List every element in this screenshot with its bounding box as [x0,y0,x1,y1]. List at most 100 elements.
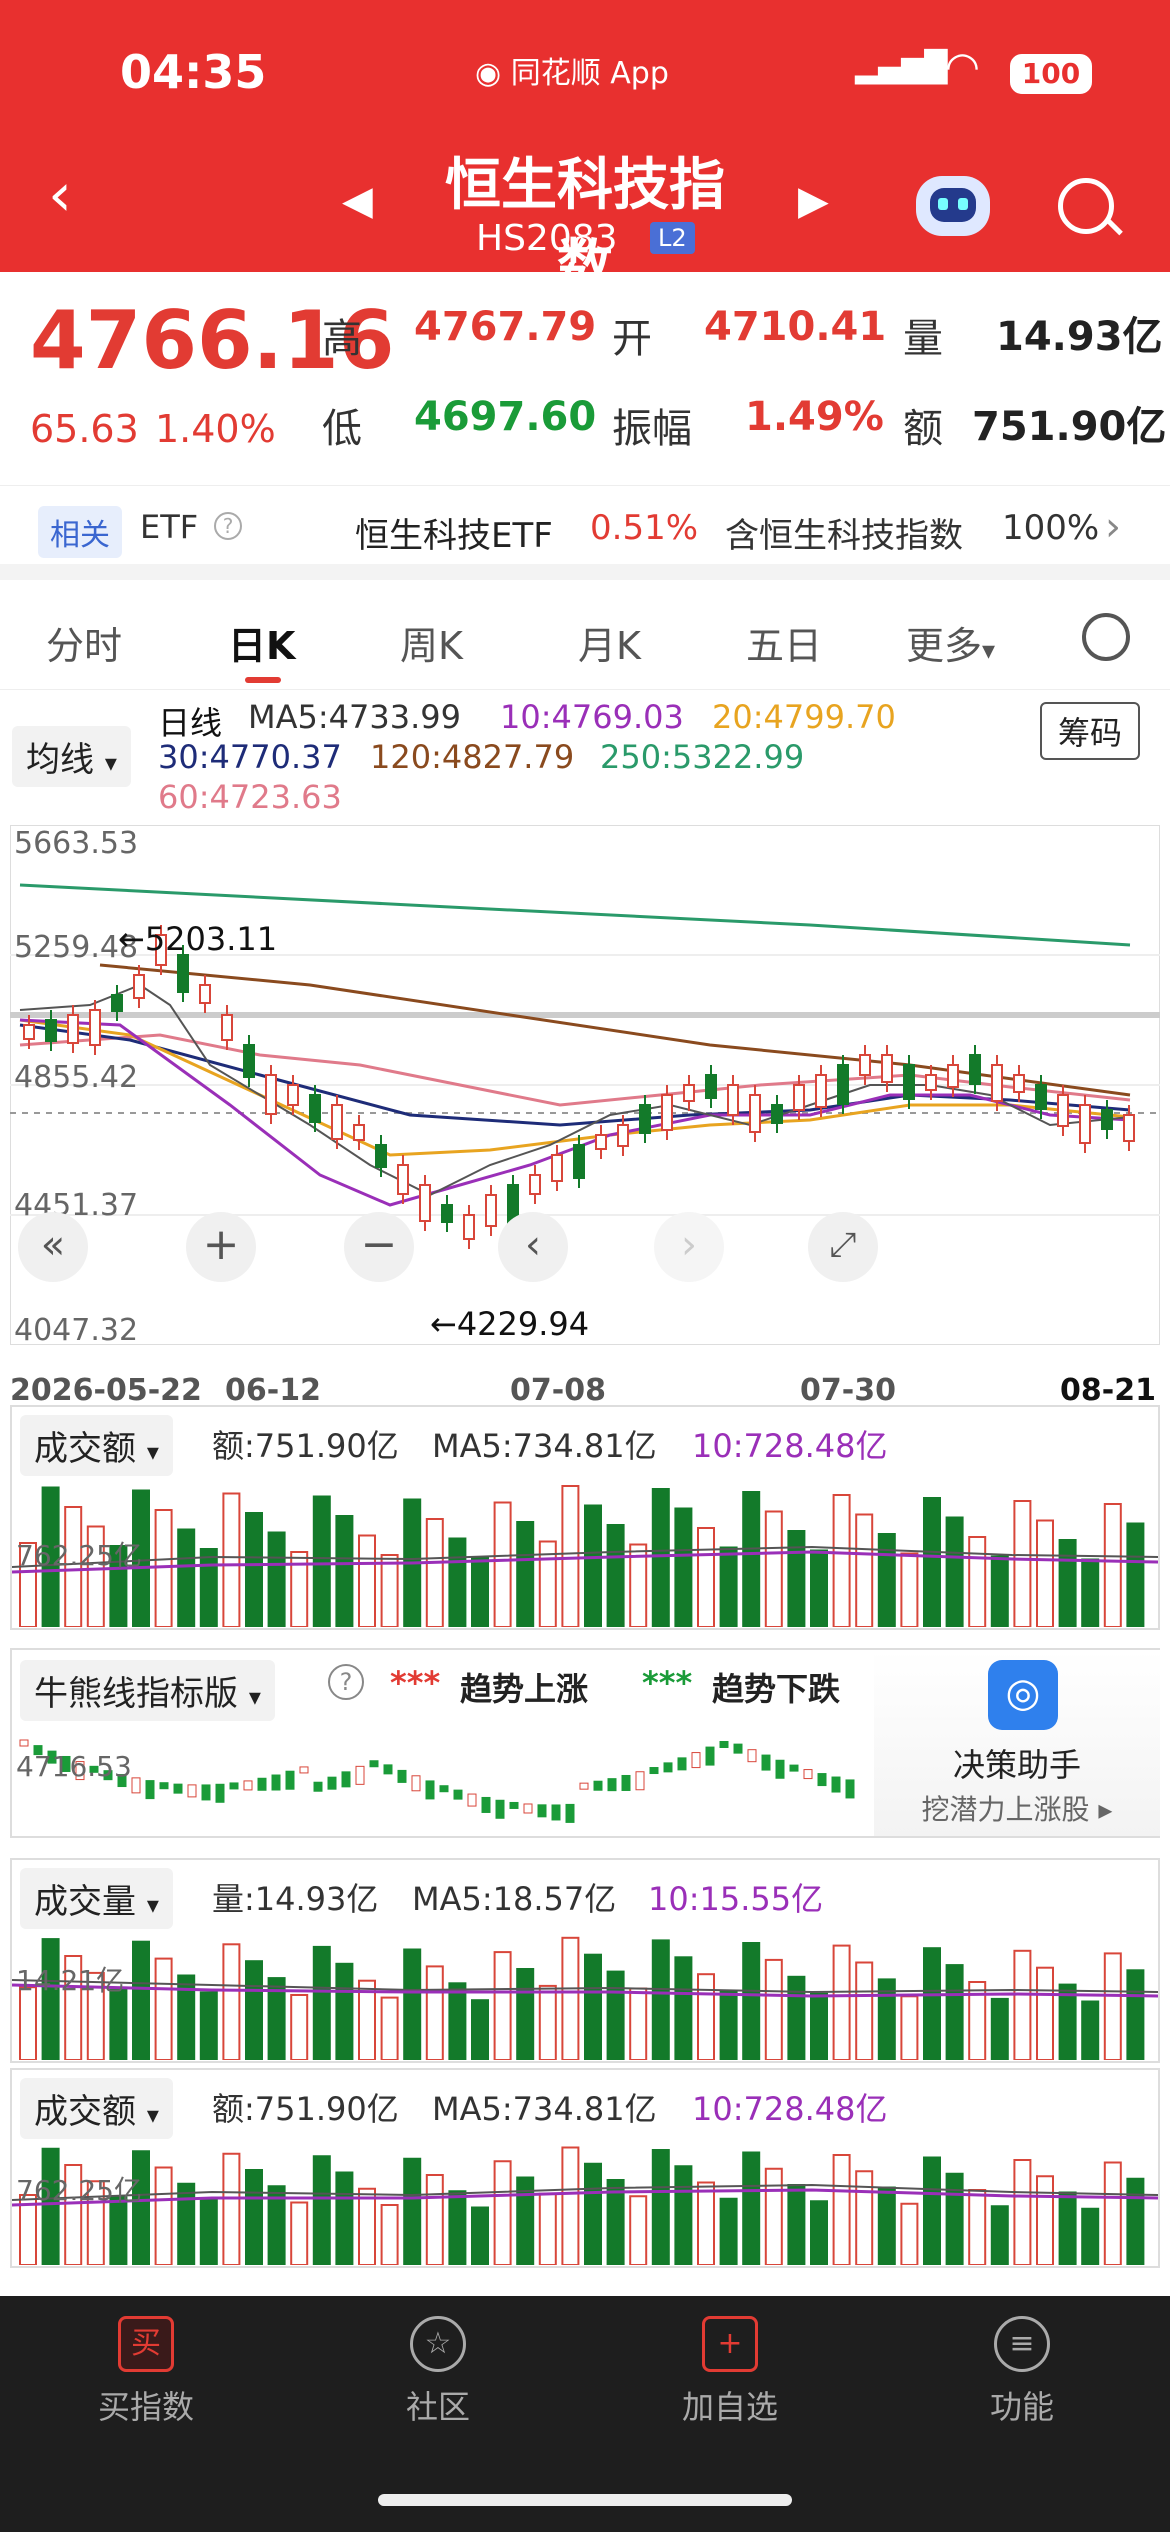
candle [265,1074,277,1115]
caret-down-icon: ▾ [104,749,117,777]
tab-five-day[interactable]: 五日 [746,615,822,670]
volume-bar [1013,1949,1032,2060]
app-logo-icon: ◉ [475,56,502,91]
related-tag: 相关 [38,506,122,558]
decision-assistant-card[interactable]: ◎ 决策助手 挖潜力上涨股 ▸ [874,1650,1160,1836]
bullbear-mark [481,1796,491,1813]
volume-bar [538,2192,557,2265]
amount-panel: 成交额 ▾ 额:751.90亿 MA5:734.81亿 10:728.48亿 7… [10,1405,1160,1630]
back-icon[interactable]: ‹ [48,160,72,230]
tab-more-label: 更多 [906,624,983,668]
volume-bar [719,1990,738,2060]
bullbear-mark [355,1765,365,1785]
candle [463,1214,475,1240]
zoom-out-icon[interactable]: − [344,1212,414,1282]
candle [771,1104,783,1124]
search-icon[interactable] [1058,178,1114,234]
tab-fenshi[interactable]: 分时 [46,615,122,670]
bullbear-select-label: 牛熊线指标版 [34,1674,238,1714]
open-value: 4710.41 [704,304,887,350]
bullbear-mark [425,1780,435,1800]
volume-axis-label: 14.21亿 [16,1964,124,1997]
stock-code: HS2083 [476,218,618,259]
prev-stock-icon[interactable]: ◀ [342,178,373,224]
bullbear-mark [453,1789,463,1800]
amount-ma10: 10:728.48亿 [692,1427,888,1465]
related-bar[interactable]: 相关 ETF ? 恒生科技ETF 0.51% 含恒生科技指数 100% › [0,485,1170,580]
nav-add-watchlist[interactable]: + 加自选 [630,2316,830,2428]
y-axis-bottom: 4047.32 [14,1313,138,1345]
volume-bar [900,2202,919,2265]
ma-select[interactable]: 均线 ▾ [12,726,131,787]
volume-value-label: 量:14.93亿 [212,1880,379,1918]
candle [353,1124,365,1141]
scroll-left-icon[interactable]: « [18,1212,88,1282]
volume-select[interactable]: 成交量 ▾ [20,1868,173,1929]
volume-bar [403,1948,422,2060]
caret-down-icon: ▾ [146,1438,159,1466]
volume-bar [1081,1558,1100,1627]
volume-bar [448,2190,467,2265]
zoom-in-icon[interactable]: + [186,1212,256,1282]
bullbear-panel: 牛熊线指标版 ▾ ? *** 趋势上涨 *** 趋势下跌 4716.53 ◎ 决… [10,1648,1160,1838]
next-stock-icon[interactable]: ▶ [798,178,829,224]
candle [1013,1074,1025,1093]
amount-select-label: 成交额 [34,1429,136,1469]
nav-community[interactable]: ☆ 社区 [338,2316,538,2428]
step-back-icon[interactable]: ‹ [498,1212,568,1282]
bullbear-select[interactable]: 牛熊线指标版 ▾ [20,1660,275,1721]
decision-assistant-icon: ◎ [988,1660,1058,1730]
robot-assistant-icon[interactable] [916,176,990,236]
bullbear-mark [845,1779,855,1799]
tab-week-k[interactable]: 周K [400,615,463,670]
bullbear-mark [285,1770,295,1790]
amount2-axis-label: 762.25亿 [16,2174,142,2207]
nav-functions[interactable]: ≡ 功能 [922,2316,1122,2428]
bottom-nav: 买买指数 ☆ 社区 + 加自选 ≡ 功能 [0,2296,1170,2532]
volume-bar [877,2186,896,2265]
ma120-value: 120:4827.79 [370,738,575,776]
volume-bar [425,1965,444,2060]
volume-bar [109,2196,128,2265]
nav-buy-index[interactable]: 买买指数 [46,2316,246,2428]
bullbear-mark [19,1739,29,1747]
tab-day-k[interactable]: 日K [228,615,295,670]
wifi-icon: ◠ [945,44,980,90]
step-forward-icon[interactable]: › [654,1212,724,1282]
candle [969,1054,981,1085]
help-icon[interactable]: ? [328,1664,364,1700]
candle [45,1019,57,1042]
volume-bar [674,1956,693,2060]
bullbear-mark [775,1759,785,1779]
candle [419,1184,431,1222]
decision-assistant-sub-text: 挖潜力上涨股 [921,1793,1090,1826]
settings-gear-icon[interactable] [1082,613,1130,661]
amount-select[interactable]: 成交额 ▾ [20,1415,173,1476]
help-icon[interactable]: ? [214,512,242,540]
volume-bar [832,2154,851,2265]
volume-panel: 成交量 ▾ 量:14.93亿 MA5:18.57亿 10:15.55亿 14.2… [10,1858,1160,2063]
bullbear-mark [817,1773,827,1787]
volume-bar [561,1485,580,1627]
tab-more[interactable]: 更多▾ [906,615,995,670]
candle [287,1084,299,1106]
fullscreen-icon[interactable]: ⤢ [808,1212,878,1282]
y-axis-2: 4855.42 [14,1060,138,1095]
chip-button[interactable]: 筹码 [1040,702,1141,760]
level-badge: L2 [650,222,695,254]
tab-month-k[interactable]: 月K [578,615,641,670]
search-icon-handle [1105,217,1123,236]
amount-ma5: MA5:734.81亿 [432,1427,657,1465]
ma60-value: 60:4723.63 [158,778,342,816]
bullbear-mark [565,1803,575,1823]
trend-up-marks: *** [390,1664,441,1702]
bullbear-mark [383,1764,393,1775]
volume-bar [719,2197,738,2265]
candle [199,984,211,1004]
bullbear-mark [159,1782,169,1790]
amount2-select[interactable]: 成交额 ▾ [20,2078,173,2139]
candle [529,1174,541,1195]
volume-bar [154,1509,173,1627]
volume-bar [41,1938,60,2060]
nav-buy-index-label: 买指数 [97,2388,194,2426]
